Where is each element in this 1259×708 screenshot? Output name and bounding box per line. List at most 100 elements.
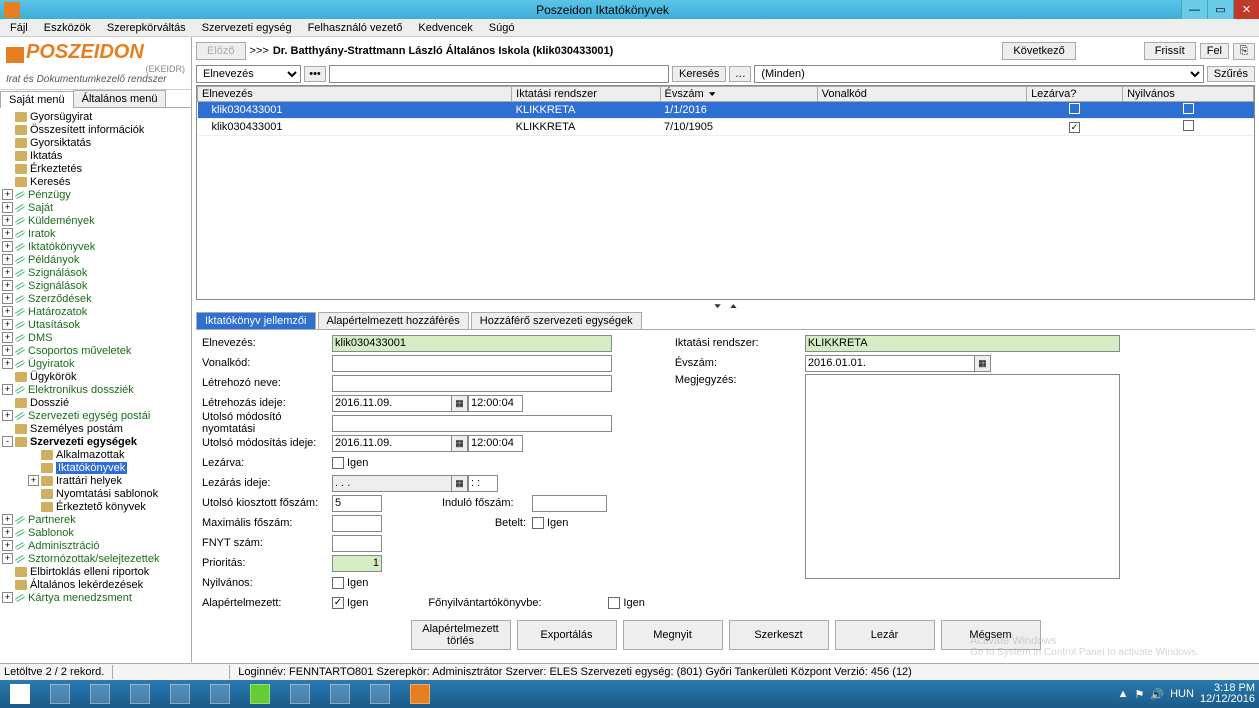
- task-app2[interactable]: [200, 680, 240, 708]
- col-nyilvanos[interactable]: Nyilvános: [1123, 87, 1254, 102]
- task-app4[interactable]: [280, 680, 320, 708]
- prev-button[interactable]: Előző: [196, 42, 246, 60]
- tray-icon[interactable]: ▲: [1118, 688, 1129, 700]
- btn-export[interactable]: Exportálás: [517, 620, 617, 650]
- up-button[interactable]: Fel: [1200, 43, 1229, 59]
- fld-max[interactable]: [332, 515, 382, 532]
- menu-szerepkor[interactable]: Szerepkörváltás: [99, 22, 194, 34]
- menu-kedvencek[interactable]: Kedvencek: [410, 22, 480, 34]
- filter-button[interactable]: Szűrés: [1207, 66, 1255, 82]
- chk-fonyilv[interactable]: [608, 597, 620, 609]
- tab-hozzafero-szervezeti[interactable]: Hozzáférő szervezeti egységek: [471, 312, 642, 329]
- tree-node[interactable]: +DMS: [0, 331, 191, 344]
- tree-node[interactable]: Érkeztető könyvek: [0, 500, 191, 513]
- tree-node[interactable]: +Szerződések: [0, 292, 191, 305]
- tree-node[interactable]: Összesített információk: [0, 123, 191, 136]
- fld-evszam[interactable]: [805, 355, 975, 372]
- tree-node[interactable]: Gyorsügyirat: [0, 110, 191, 123]
- chk-betelt[interactable]: [532, 517, 544, 529]
- task-folder[interactable]: [120, 680, 160, 708]
- menu-sugo[interactable]: Súgó: [481, 22, 523, 34]
- task-app6[interactable]: [360, 680, 400, 708]
- tree-node[interactable]: Keresés: [0, 175, 191, 188]
- fld-utmod-ny[interactable]: [332, 415, 612, 432]
- dpick-icon[interactable]: ▦: [452, 475, 468, 492]
- maximize-button[interactable]: ▭: [1207, 0, 1233, 19]
- tab-sajat-menu[interactable]: Saját menü: [0, 91, 74, 108]
- close-button[interactable]: ✕: [1233, 0, 1259, 19]
- nav-tree[interactable]: GyorsügyiratÖsszesített információkGyors…: [0, 108, 191, 662]
- chk-nyilv[interactable]: [332, 577, 344, 589]
- col-iktatasi[interactable]: Iktatási rendszer: [512, 87, 660, 102]
- chk-lezarva[interactable]: [332, 457, 344, 469]
- next-button[interactable]: Következő: [1002, 42, 1075, 60]
- search-more-button[interactable]: •••: [304, 66, 326, 82]
- search-input[interactable]: [329, 65, 669, 83]
- tree-node[interactable]: +Határozatok: [0, 305, 191, 318]
- task-powershell[interactable]: [80, 680, 120, 708]
- fld-elnevezes[interactable]: [332, 335, 612, 352]
- tree-node[interactable]: +Szervezeti egység postái: [0, 409, 191, 422]
- refresh-button[interactable]: Frissít: [1144, 42, 1196, 60]
- tree-node[interactable]: +Szignálások: [0, 279, 191, 292]
- fld-indulo[interactable]: [532, 495, 607, 512]
- tab-alap-hozzaferes[interactable]: Alapértelmezett hozzáférés: [318, 312, 469, 329]
- menu-fajl[interactable]: Fájl: [2, 22, 36, 34]
- tree-node[interactable]: Iktatás: [0, 149, 191, 162]
- table-row[interactable]: klik030433001KLIKKRETA7/10/1905✓: [198, 119, 1254, 136]
- tab-altalanos-menu[interactable]: Általános menü: [73, 90, 167, 107]
- tree-node[interactable]: +Példányok: [0, 253, 191, 266]
- search-opts-button[interactable]: …: [729, 66, 751, 82]
- chk-alap[interactable]: ✓: [332, 597, 344, 609]
- btn-edit[interactable]: Szerkeszt: [729, 620, 829, 650]
- fld-letrehozo[interactable]: [332, 375, 612, 392]
- tree-node[interactable]: +Iktatókönyvek: [0, 240, 191, 253]
- data-grid[interactable]: Elnevezés Iktatási rendszer Évszám Vonal…: [196, 85, 1255, 300]
- start-button[interactable]: [0, 680, 40, 708]
- dpick-icon[interactable]: ▦: [452, 395, 468, 412]
- tree-node[interactable]: +Sztornózottak/selejtezettek: [0, 552, 191, 565]
- tree-node[interactable]: Nyomtatási sablonok: [0, 487, 191, 500]
- minimize-button[interactable]: —: [1181, 0, 1207, 19]
- tray-lang[interactable]: HUN: [1170, 688, 1194, 700]
- tree-node[interactable]: +Szignálások: [0, 266, 191, 279]
- tree-node[interactable]: +Küldemények: [0, 214, 191, 227]
- tree-node[interactable]: Személyes postám: [0, 422, 191, 435]
- tree-node[interactable]: +Elektronikus dossziék: [0, 383, 191, 396]
- task-app1[interactable]: [160, 680, 200, 708]
- dpick-icon[interactable]: ▦: [452, 435, 468, 452]
- tree-node[interactable]: Érkeztetés: [0, 162, 191, 175]
- fld-utkioszt[interactable]: [332, 495, 382, 512]
- tree-node[interactable]: -Szervezeti egységek: [0, 435, 191, 448]
- fld-megjegyzes[interactable]: [805, 374, 1120, 579]
- tree-node[interactable]: +Partnerek: [0, 513, 191, 526]
- menu-szervezeti[interactable]: Szervezeti egység: [194, 22, 300, 34]
- fld-prio[interactable]: [332, 555, 382, 572]
- fld-utmod-t[interactable]: [468, 435, 523, 452]
- fld-letrehozas-t[interactable]: [468, 395, 523, 412]
- fld-utmod-d[interactable]: [332, 435, 452, 452]
- col-lezarva[interactable]: Lezárva?: [1027, 87, 1123, 102]
- pin-button[interactable]: ⎘: [1233, 43, 1255, 60]
- fld-lezaras-d[interactable]: [332, 475, 452, 492]
- tree-node[interactable]: Iktatókönyvek: [0, 461, 191, 474]
- btn-cancel[interactable]: Mégsem: [941, 620, 1041, 650]
- btn-close[interactable]: Lezár: [835, 620, 935, 650]
- dpick-icon[interactable]: ▦: [975, 355, 991, 372]
- table-row[interactable]: klik030433001KLIKKRETA1/1/2016: [198, 102, 1254, 119]
- tree-node[interactable]: +Adminisztráció: [0, 539, 191, 552]
- tree-node[interactable]: Gyorsiktatás: [0, 136, 191, 149]
- task-explorer[interactable]: [40, 680, 80, 708]
- search-field-select[interactable]: Elnevezés: [196, 65, 301, 83]
- taskbar[interactable]: ▲ ⚑ 🔊 HUN 3:18 PM 12/12/2016: [0, 680, 1259, 708]
- col-evszam[interactable]: Évszám: [660, 87, 817, 102]
- tree-node[interactable]: Általános lekérdezések: [0, 578, 191, 591]
- col-vonalkod[interactable]: Vonalkód: [817, 87, 1026, 102]
- fld-iktrend[interactable]: [805, 335, 1120, 352]
- tree-node[interactable]: +Sablonok: [0, 526, 191, 539]
- tree-node[interactable]: +Pénzügy: [0, 188, 191, 201]
- menu-eszkozok[interactable]: Eszközök: [36, 22, 99, 34]
- fld-lezaras-t[interactable]: [468, 475, 498, 492]
- tree-node[interactable]: Elbirtoklás elleni riportok: [0, 565, 191, 578]
- col-elnevezes[interactable]: Elnevezés: [198, 87, 512, 102]
